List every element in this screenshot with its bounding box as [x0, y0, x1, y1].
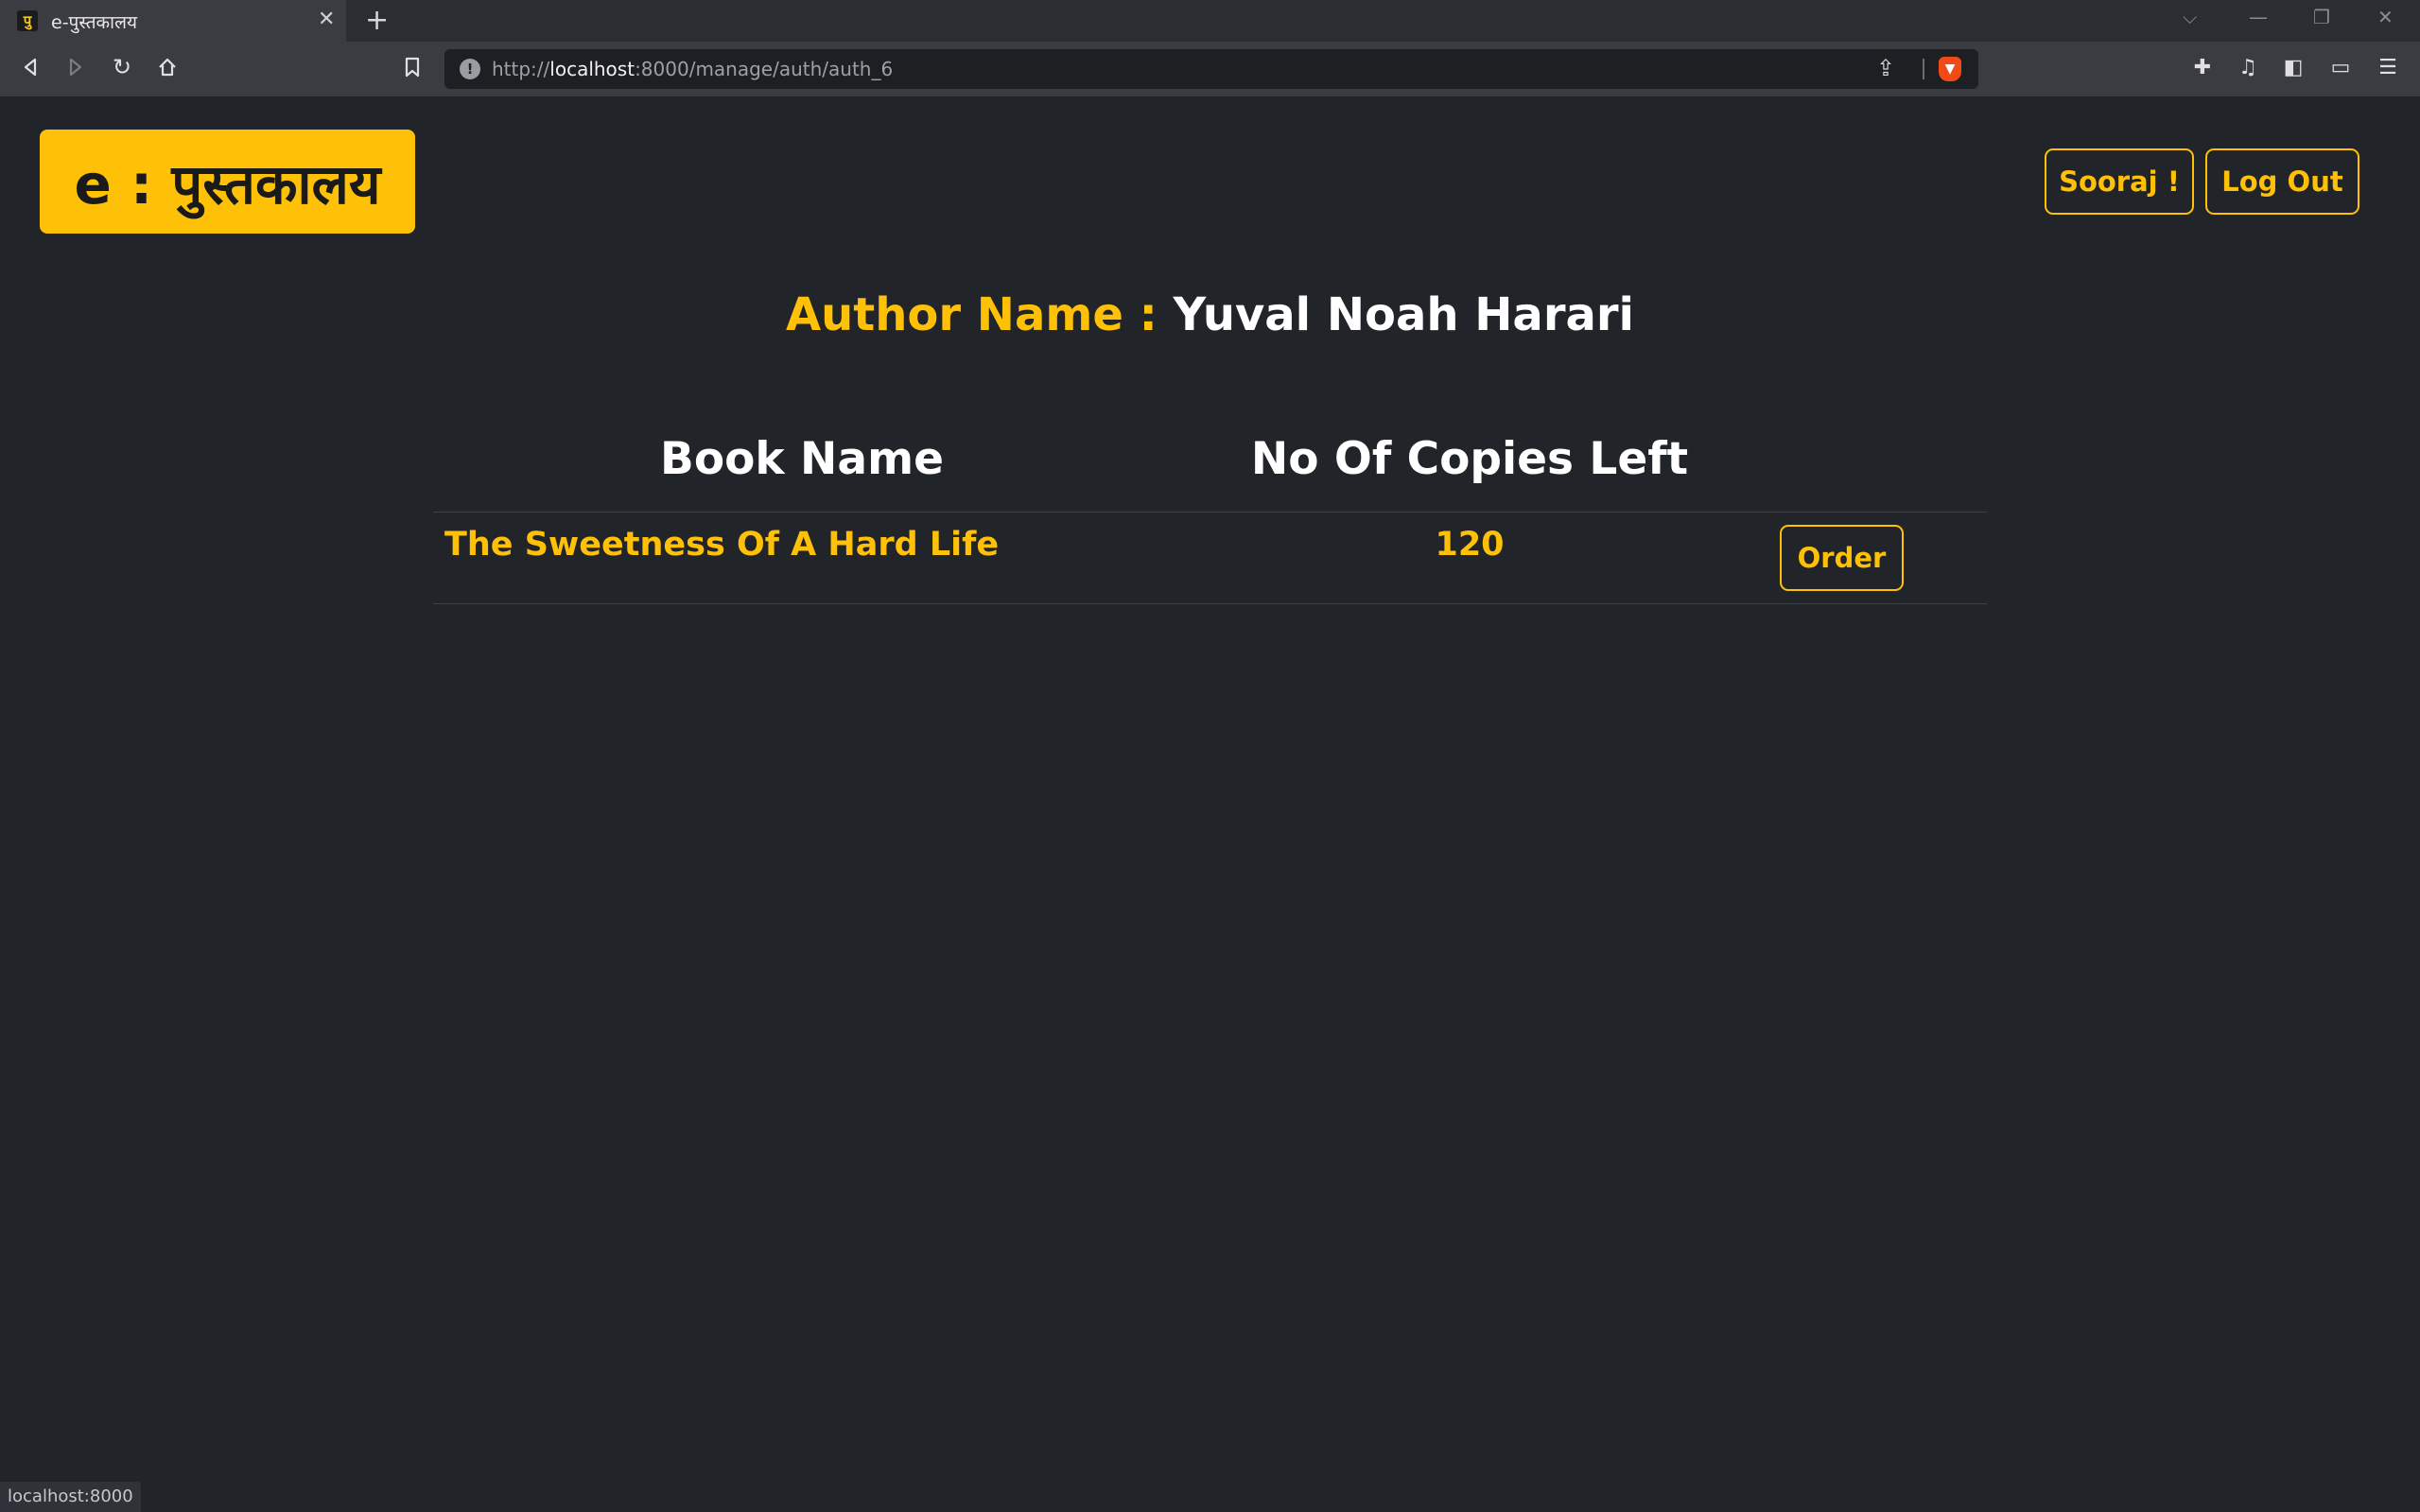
- brave-shields-icon[interactable]: ▼: [1939, 57, 1961, 81]
- logout-button[interactable]: Log Out: [2205, 148, 2359, 215]
- author-label: Author Name :: [785, 288, 1158, 341]
- home-icon[interactable]: [153, 53, 182, 81]
- wallet-icon[interactable]: ▭: [2326, 53, 2355, 81]
- address-bar[interactable]: ! http://localhost:8000/manage/auth/auth…: [444, 49, 1978, 89]
- new-tab-icon[interactable]: +: [365, 4, 389, 37]
- tab-close-icon[interactable]: ✕: [318, 8, 335, 31]
- reload-icon[interactable]: ↻: [108, 53, 136, 81]
- sidebar-icon[interactable]: ◧: [2279, 53, 2307, 81]
- back-icon[interactable]: [17, 53, 45, 81]
- browser-tab[interactable]: पु e-पुस्तकालय ✕: [0, 0, 346, 42]
- table-row-divider: [433, 603, 1987, 604]
- restore-icon[interactable]: ❐: [2313, 6, 2330, 28]
- tab-search-chevron-icon[interactable]: ⌵: [2183, 6, 2197, 28]
- book-name-link[interactable]: The Sweetness Of A Hard Life: [444, 526, 999, 564]
- user-profile-button[interactable]: Sooraj !: [2045, 148, 2194, 215]
- column-header-book-name: Book Name: [660, 433, 944, 485]
- browser-tab-bar: पु e-पुस्तकालय ✕ + ⌵ — ❐ ✕: [0, 0, 2420, 42]
- author-name: Yuval Noah Harari: [1173, 288, 1634, 341]
- bookmark-icon[interactable]: [398, 53, 427, 81]
- forward-icon[interactable]: [61, 53, 89, 81]
- close-window-icon[interactable]: ✕: [2377, 6, 2394, 28]
- site-logo[interactable]: e : पुस्तकालय: [40, 130, 415, 234]
- column-header-copies-left: No Of Copies Left: [1250, 433, 1689, 485]
- url-text[interactable]: http://localhost:8000/manage/auth/auth_6: [492, 58, 893, 80]
- menu-icon[interactable]: ☰: [2374, 53, 2402, 81]
- browser-status-bar: localhost:8000: [0, 1482, 141, 1512]
- author-heading: Author Name : Yuval Noah Harari: [0, 288, 2420, 341]
- address-bar-divider: [1923, 59, 1924, 79]
- minimize-icon[interactable]: —: [2249, 6, 2268, 28]
- table-header-divider: [433, 512, 1987, 513]
- extensions-icon[interactable]: ✚: [2188, 53, 2217, 81]
- copies-left-value: 120: [1435, 526, 1505, 564]
- tab-title: e-पुस्तकालय: [51, 12, 137, 33]
- share-icon[interactable]: ⇪: [1876, 55, 1895, 81]
- order-button[interactable]: Order: [1780, 525, 1904, 591]
- media-playlist-icon[interactable]: ♫: [2234, 53, 2262, 81]
- site-info-icon[interactable]: !: [460, 59, 480, 79]
- tab-favicon-icon: पु: [17, 10, 38, 31]
